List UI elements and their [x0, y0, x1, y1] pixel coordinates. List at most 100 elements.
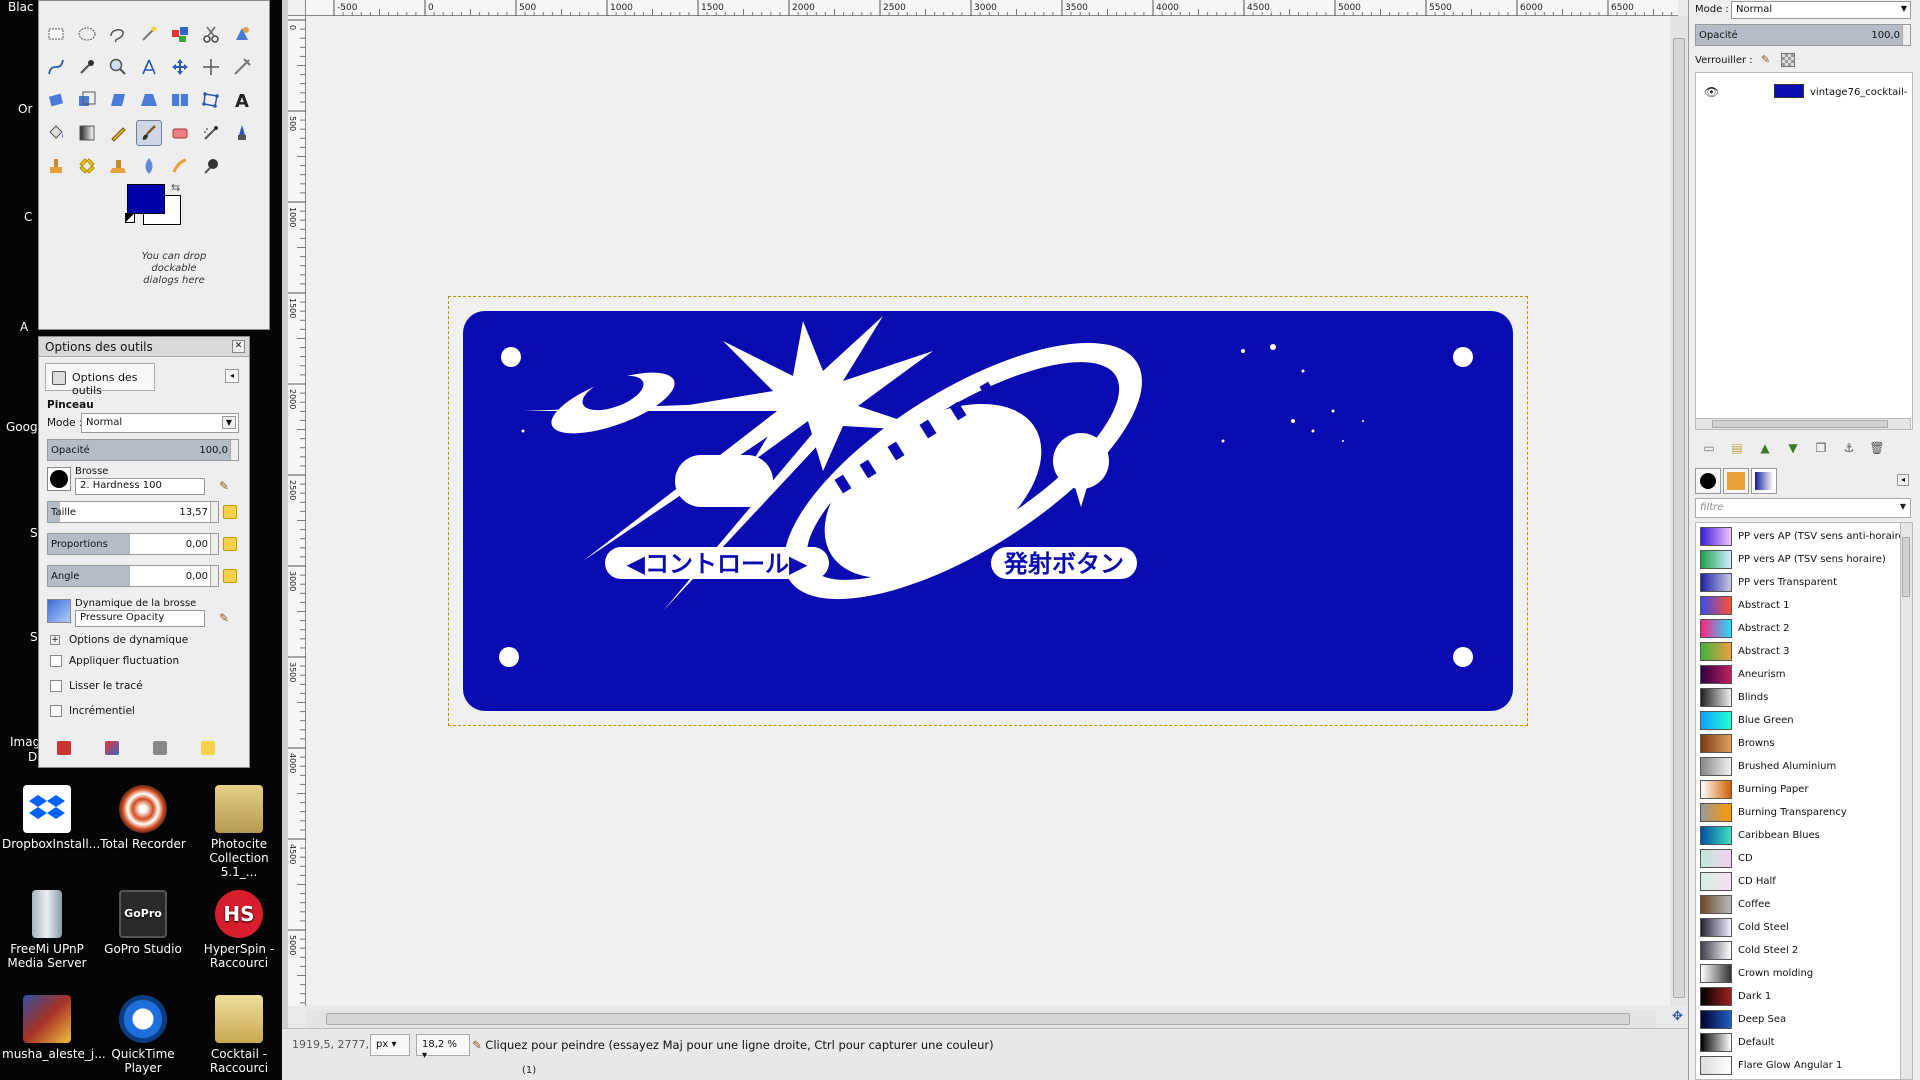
- gradient-list-item[interactable]: Abstract 3: [1696, 640, 1896, 663]
- dynamics-select[interactable]: Pressure Opacity: [75, 610, 205, 627]
- gradient-list-item[interactable]: Abstract 2: [1696, 617, 1896, 640]
- ruler-corner[interactable]: [288, 0, 306, 16]
- paintbrush-icon[interactable]: [136, 120, 162, 146]
- close-icon[interactable]: ✕: [232, 340, 245, 353]
- default-colors-icon[interactable]: [125, 213, 135, 223]
- tab-brushes[interactable]: [1695, 468, 1721, 494]
- vertical-scroll-thumb[interactable]: [1673, 38, 1685, 998]
- desktop-icon-hyperspin[interactable]: HS HyperSpin - Raccourci: [194, 890, 284, 970]
- layers-scroll-thumb[interactable]: [1712, 420, 1888, 428]
- layer-opacity-slider[interactable]: Opacité 100,0: [1695, 24, 1911, 46]
- dynamics-options-expander[interactable]: Options de dynamique: [69, 634, 188, 646]
- new-layer-group-icon[interactable]: ▤: [1729, 440, 1745, 456]
- perspective-clone-icon[interactable]: [105, 153, 131, 179]
- text-tool-icon[interactable]: A: [229, 87, 255, 113]
- tab-menu-icon[interactable]: ◂: [225, 369, 239, 383]
- rotate-icon[interactable]: [43, 87, 69, 113]
- horizontal-scrollbar[interactable]: [306, 1010, 1656, 1028]
- vertical-scrollbar[interactable]: [1670, 16, 1688, 1006]
- clone-icon[interactable]: [43, 153, 69, 179]
- brush-select[interactable]: 2. Hardness 100: [75, 478, 205, 495]
- gradient-list-item[interactable]: Dark 1: [1696, 985, 1896, 1008]
- airbrush-icon[interactable]: [198, 120, 224, 146]
- gradient-list-item[interactable]: Cold Steel 2: [1696, 939, 1896, 962]
- smudge-icon[interactable]: [167, 153, 193, 179]
- foreground-color-swatch[interactable]: [127, 184, 165, 214]
- gradient-list-item[interactable]: Default: [1696, 1031, 1896, 1054]
- navigate-icon[interactable]: ✥: [1672, 1010, 1686, 1024]
- bucket-fill-icon[interactable]: [43, 120, 69, 146]
- lock-alpha-icon[interactable]: [1781, 53, 1795, 67]
- gradient-filter-input[interactable]: filtre ▼: [1695, 498, 1911, 518]
- edit-dynamics-icon[interactable]: ✎: [219, 611, 229, 625]
- image-canvas[interactable]: ◀コントロール▶ 発射ボタン: [306, 16, 1678, 1006]
- gradient-list-item[interactable]: Caribbean Blues: [1696, 824, 1896, 847]
- delete-icon[interactable]: [153, 741, 167, 755]
- gradient-list-item[interactable]: Blinds: [1696, 686, 1896, 709]
- tab-menu-icon[interactable]: ◂: [1897, 474, 1909, 486]
- reset-proportions-icon[interactable]: [223, 537, 237, 551]
- angle-slider[interactable]: Angle 0,00: [47, 565, 219, 587]
- duplicate-layer-icon[interactable]: ❐: [1813, 440, 1829, 456]
- desktop-icon-total-recorder[interactable]: Total Recorder: [98, 785, 188, 851]
- edit-brush-icon[interactable]: ✎: [219, 479, 229, 493]
- gradient-list-item[interactable]: Crown molding: [1696, 962, 1896, 985]
- gradient-list-item[interactable]: PP vers AP (TSV sens anti-horaire): [1696, 525, 1909, 548]
- delete-layer-icon[interactable]: 🗑: [1869, 440, 1885, 456]
- smooth-checkbox[interactable]: [50, 680, 62, 692]
- tool-options-titlebar[interactable]: Options des outils ✕: [39, 337, 249, 357]
- tab-gradients[interactable]: [1751, 468, 1777, 494]
- gradient-list-item[interactable]: Flare Glow Angular 1: [1696, 1054, 1896, 1077]
- zoom-icon[interactable]: [105, 54, 131, 80]
- gradient-list-item[interactable]: Blue Green: [1696, 709, 1896, 732]
- heal-icon[interactable]: [74, 153, 100, 179]
- eraser-icon[interactable]: [167, 120, 193, 146]
- layer-row[interactable]: 👁 vintage76_cocktail-: [1696, 79, 1912, 105]
- layer-opacity-spin[interactable]: [1902, 25, 1910, 45]
- swap-colors-icon[interactable]: ⇆: [171, 181, 180, 194]
- gradient-list-item[interactable]: CD: [1696, 847, 1896, 870]
- expand-icon[interactable]: +: [50, 635, 60, 645]
- gradient-list-item[interactable]: Burning Transparency: [1696, 801, 1896, 824]
- mode-select[interactable]: Normal ▼: [81, 413, 239, 433]
- cage-transform-icon[interactable]: [198, 87, 224, 113]
- crop-icon[interactable]: [229, 54, 255, 80]
- flip-icon[interactable]: [167, 87, 193, 113]
- layer-mode-select[interactable]: Normal ▼: [1731, 1, 1911, 19]
- proportions-spin[interactable]: [210, 534, 218, 554]
- eye-icon[interactable]: 👁: [1704, 85, 1719, 99]
- gradient-list-item[interactable]: Coffee: [1696, 893, 1896, 916]
- proportions-slider[interactable]: Proportions 0,00: [47, 533, 219, 555]
- opacity-spin[interactable]: [230, 440, 238, 460]
- new-layer-icon[interactable]: ▭: [1701, 440, 1717, 456]
- gradient-list-item[interactable]: Abstract 1: [1696, 594, 1896, 617]
- ink-icon[interactable]: [229, 120, 255, 146]
- desktop-icon-musha[interactable]: musha_aleste_j...: [2, 995, 106, 1061]
- desktop-icon-quicktime[interactable]: QuickTime Player: [98, 995, 188, 1075]
- shear-icon[interactable]: [105, 87, 131, 113]
- align-icon[interactable]: [198, 54, 224, 80]
- incremental-checkbox[interactable]: [50, 705, 62, 717]
- perspective-icon[interactable]: [136, 87, 162, 113]
- layers-horizontal-scrollbar[interactable]: [1695, 418, 1911, 430]
- dynamics-preview[interactable]: [47, 599, 71, 623]
- gradient-list-item[interactable]: Deep Sea: [1696, 1008, 1896, 1031]
- opacity-slider[interactable]: Opacité 100,0: [47, 439, 239, 461]
- select-by-color-icon[interactable]: [167, 21, 193, 47]
- reset-size-icon[interactable]: [223, 505, 237, 519]
- unit-select[interactable]: px ▾: [370, 1034, 410, 1056]
- size-slider[interactable]: Taille 13,57: [47, 501, 219, 523]
- gradient-list-item[interactable]: Brushed Aluminium: [1696, 755, 1896, 778]
- desktop-icon-photocite[interactable]: Photocite Collection 5.1_...: [194, 785, 284, 879]
- measure-icon[interactable]: [136, 54, 162, 80]
- scissors-icon[interactable]: [198, 21, 224, 47]
- tab-patterns[interactable]: [1723, 468, 1749, 494]
- desktop-icon-dropbox[interactable]: DropboxInstall...: [2, 785, 100, 851]
- horizontal-scroll-thumb[interactable]: [326, 1013, 1630, 1025]
- paths-icon[interactable]: [43, 54, 69, 80]
- gradient-list-item[interactable]: PP vers Transparent: [1696, 571, 1896, 594]
- gradient-list-item[interactable]: Aneurism: [1696, 663, 1896, 686]
- gradient-list-item[interactable]: PP vers AP (TSV sens horaire): [1696, 548, 1896, 571]
- size-spin[interactable]: [210, 502, 218, 522]
- lower-layer-icon[interactable]: ▼: [1785, 440, 1801, 456]
